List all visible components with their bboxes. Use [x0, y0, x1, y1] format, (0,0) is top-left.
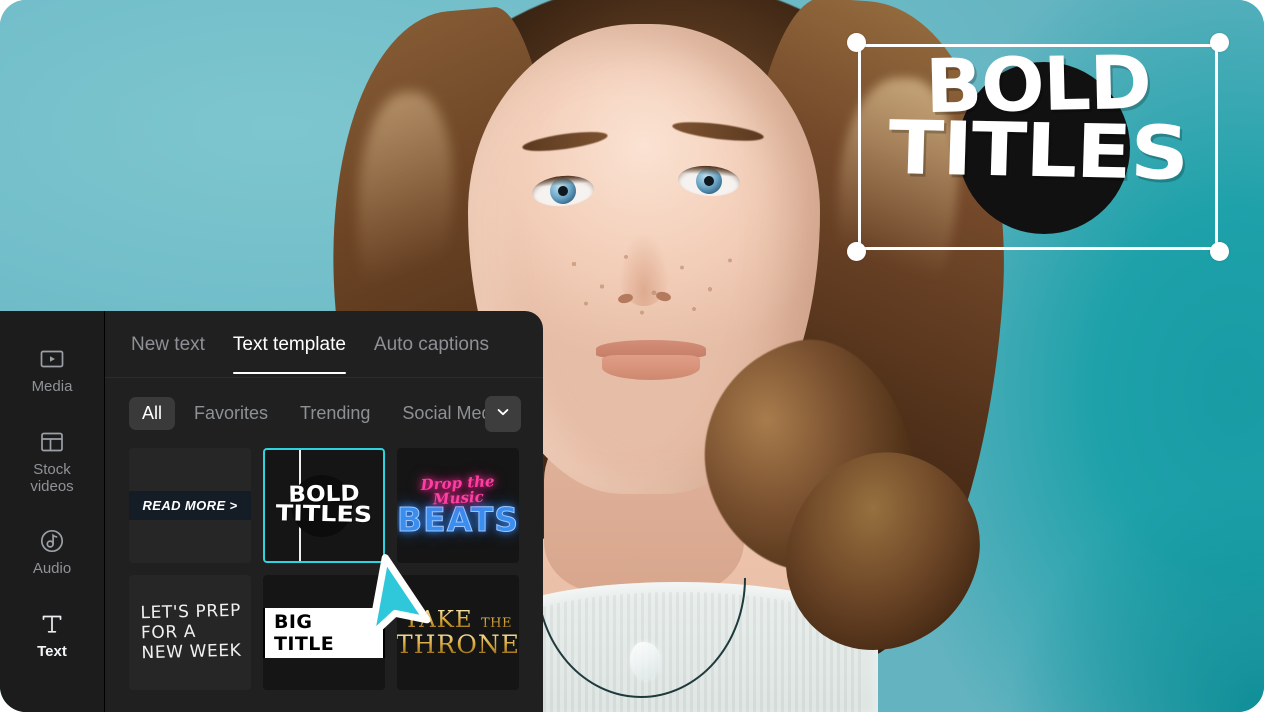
- template-tile-take-the-throne[interactable]: TAKE THE THRONE: [397, 575, 519, 690]
- sidebar-item-stock-videos[interactable]: Stock videos: [0, 418, 105, 504]
- template-label-beats: Drop the Music BEATS: [397, 471, 519, 539]
- filter-chip-bar: All Favorites Trending Social Media: [105, 378, 543, 448]
- resize-handle-top-right[interactable]: [1210, 33, 1229, 52]
- sidebar-item-label-text: Text: [37, 643, 67, 661]
- template-tile-lets-prep[interactable]: LET'S PREP FOR A NEW WEEK: [129, 575, 251, 690]
- text-editor-panel: Media Stock videos Audio Text New text T…: [0, 311, 543, 712]
- sidebar-item-media[interactable]: Media: [0, 335, 105, 404]
- template-grid: READ MORE > BOLD TITLES Drop the Music B…: [105, 448, 543, 690]
- template-label-bold-titles: BOLD TITLES: [275, 481, 373, 529]
- tool-rail: Media Stock videos Audio Text: [0, 311, 105, 712]
- sidebar-item-label-media: Media: [31, 378, 73, 395]
- sidebar-item-audio[interactable]: Audio: [0, 517, 105, 586]
- filter-chip-trending[interactable]: Trending: [287, 397, 383, 430]
- media-icon: [38, 345, 66, 373]
- chevron-down-icon: [495, 404, 511, 425]
- resize-handle-bottom-left[interactable]: [847, 242, 866, 261]
- text-icon: [38, 610, 66, 638]
- resize-handle-top-left[interactable]: [847, 33, 866, 52]
- template-label-read-more: READ MORE >: [129, 491, 251, 520]
- tab-new-text[interactable]: New text: [131, 314, 205, 374]
- sidebar-item-text[interactable]: Text: [0, 600, 105, 669]
- template-label-lets-prep: LET'S PREP FOR A NEW WEEK: [140, 601, 242, 664]
- canvas-text-object[interactable]: BOLD TITLES: [847, 33, 1229, 261]
- editor-window: BOLD TITLES Media Stock videos Audio Tex…: [0, 0, 1264, 712]
- selection-frame: [858, 44, 1218, 250]
- resize-handle-bottom-right[interactable]: [1210, 242, 1229, 261]
- sidebar-item-label-audio: Audio: [32, 560, 72, 578]
- filter-chip-favorites[interactable]: Favorites: [181, 397, 281, 430]
- template-tile-bold-titles[interactable]: BOLD TITLES: [263, 448, 385, 563]
- tab-auto-captions[interactable]: Auto captions: [374, 314, 489, 374]
- more-filters-button[interactable]: [485, 396, 521, 432]
- filter-chip-all[interactable]: All: [129, 396, 176, 430]
- template-label-big-title: BIG TITLE: [263, 607, 385, 658]
- tab-text-template[interactable]: Text template: [232, 314, 346, 374]
- template-tile-read-more[interactable]: READ MORE >: [129, 448, 251, 563]
- panel-tabs: New text Text template Auto captions: [105, 311, 543, 378]
- panel-content: New text Text template Auto captions All…: [105, 311, 543, 712]
- sidebar-item-label-stock-videos: Stock videos: [30, 460, 74, 495]
- template-label-take-the-throne: TAKE THE THRONE: [397, 606, 519, 659]
- template-tile-beats[interactable]: Drop the Music BEATS: [397, 448, 519, 563]
- stock-videos-icon: [38, 428, 66, 456]
- audio-icon: [38, 527, 66, 555]
- template-tile-big-title[interactable]: BIG TITLE: [263, 575, 385, 690]
